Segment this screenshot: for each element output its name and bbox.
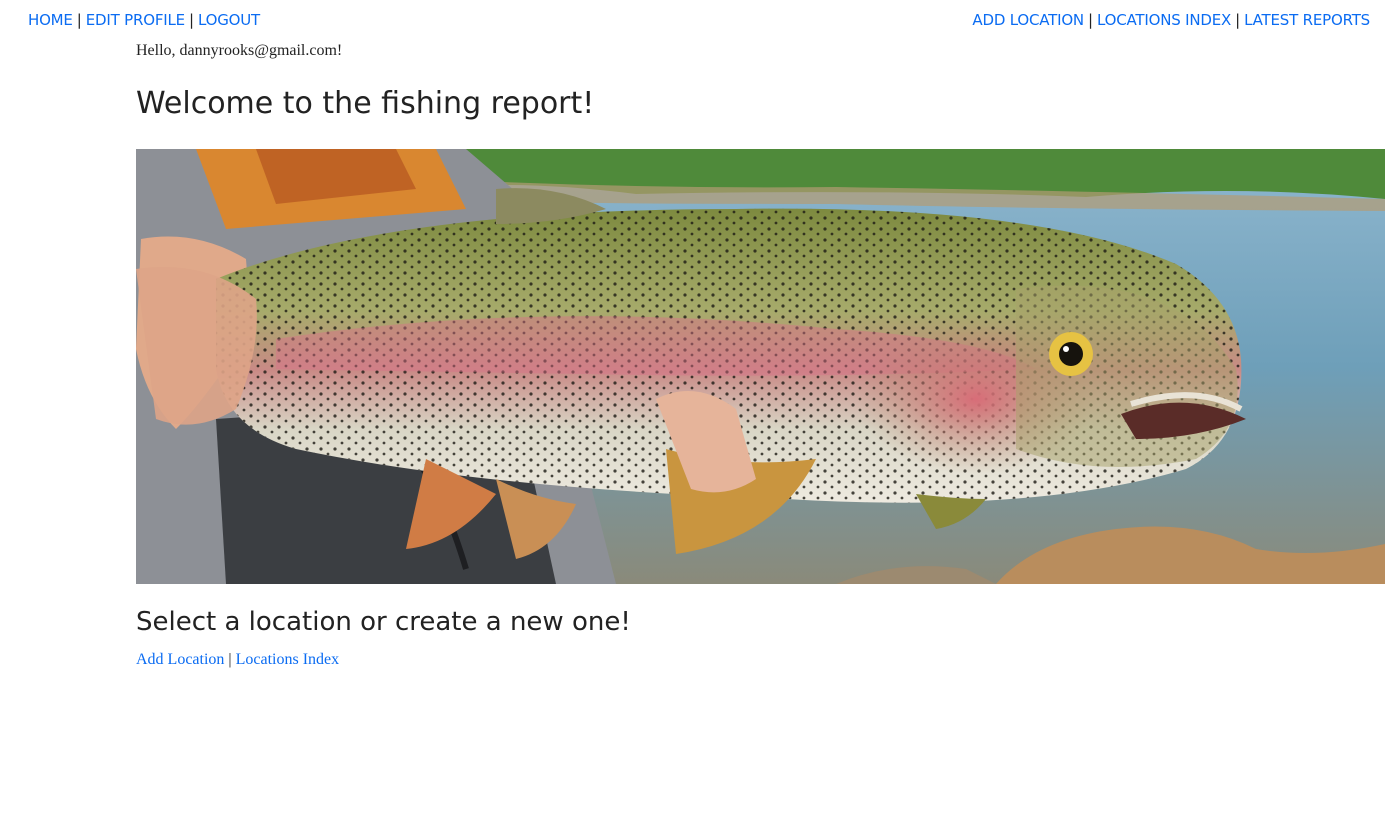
user-greeting: Hello, dannyrooks@gmail.com!	[136, 42, 343, 59]
nav-left-group: HOME | EDIT PROFILE | LOGOUT	[28, 11, 260, 29]
add-location-link[interactable]: Add Location	[136, 651, 224, 668]
rainbow-trout-illustration	[136, 149, 1385, 584]
locations-index-link[interactable]: Locations Index	[236, 651, 340, 668]
nav-home-link[interactable]: HOME	[28, 11, 73, 29]
top-navigation: HOME | EDIT PROFILE | LOGOUT ADD LOCATION | LO…	[0, 0, 1385, 40]
nav-right-group: ADD LOCATION | LOCATIONS INDEX | LATEST REPO…	[972, 11, 1370, 29]
nav-edit-profile-link[interactable]: EDIT PROFILE	[86, 11, 185, 29]
location-links: Add Location | Locations Index	[136, 651, 339, 669]
nav-separator: |	[1235, 11, 1241, 29]
main-content: Hello, dannyrooks@gmail.com! Welcome to …	[136, 40, 1385, 668]
hero-image	[136, 149, 1385, 584]
nav-locations-index-link[interactable]: LOCATIONS INDEX	[1097, 11, 1231, 29]
link-separator: |	[228, 651, 232, 668]
section-subtitle: Select a location or create a new one!	[136, 607, 631, 637]
page-title: Welcome to the fishing report!	[136, 86, 595, 121]
nav-separator: |	[1087, 11, 1094, 29]
nav-logout-link[interactable]: LOGOUT	[198, 11, 260, 29]
nav-separator: |	[188, 11, 194, 29]
nav-add-location-link[interactable]: ADD LOCATION	[972, 11, 1084, 29]
nav-separator: |	[76, 11, 82, 29]
nav-latest-reports-link[interactable]: LATEST REPORTS	[1244, 11, 1370, 29]
